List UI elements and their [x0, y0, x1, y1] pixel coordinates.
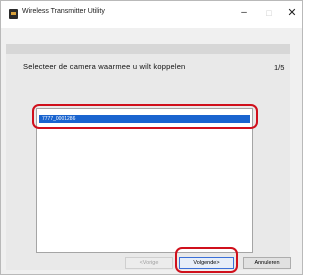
step-indicator: 1/5: [274, 63, 285, 72]
window-title: Wireless Transmitter Utility: [22, 8, 105, 15]
minimize-button[interactable]: –: [233, 4, 255, 22]
app-icon: [9, 9, 18, 19]
cancel-button[interactable]: Annuleren: [243, 257, 291, 269]
wizard-panel: Selecteer de camera waarmee u wilt koppe…: [6, 44, 290, 270]
maximize-button[interactable]: □: [258, 4, 280, 22]
highlight-next-button: [175, 247, 238, 273]
previous-button[interactable]: <Vorige: [125, 257, 173, 269]
header-strip: [6, 44, 290, 54]
camera-list[interactable]: 7777_0001286: [36, 108, 253, 253]
close-button[interactable]: ✕: [281, 4, 303, 22]
title-bar[interactable]: Wireless Transmitter Utility – □ ✕: [1, 1, 302, 28]
highlight-camera-list: [32, 104, 258, 129]
instruction-text: Selecteer de camera waarmee u wilt koppe…: [23, 62, 186, 71]
